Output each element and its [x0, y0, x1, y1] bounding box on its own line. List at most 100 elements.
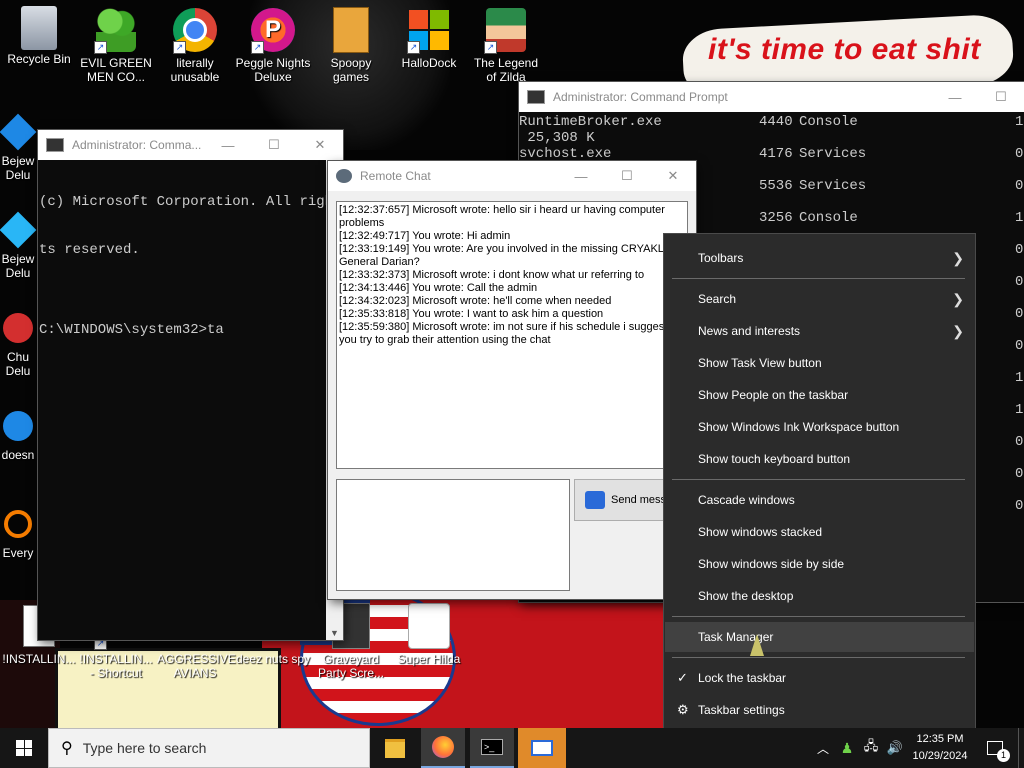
menu-item-ink-workspace[interactable]: Show Windows Ink Workspace button [665, 412, 974, 442]
menu-item-label: Taskbar settings [698, 703, 785, 717]
menu-separator [672, 278, 965, 279]
menu-item-label: Show the desktop [698, 589, 794, 603]
zilda-icon: ↗ [482, 6, 530, 54]
remote-chat-window[interactable]: Remote Chat — ☐ ✕ [12:32:37:657] Microso… [328, 161, 696, 599]
show-desktop-button[interactable] [1018, 728, 1024, 768]
cmd-left-output[interactable]: (c) Microsoft Corporation. All righ ts r… [38, 160, 343, 370]
desktop-icon-recycle-bin[interactable]: Recycle Bin [1, 6, 77, 66]
menu-item-people[interactable]: Show People on the taskbar [665, 380, 974, 410]
chat-bubble-icon [336, 169, 352, 183]
menu-item-taskbar-settings[interactable]: ⚙ Taskbar settings [665, 695, 974, 725]
menu-item-stacked[interactable]: Show windows stacked [665, 517, 974, 547]
desktop-icon-label: Super Hilda [397, 652, 461, 666]
network-icon[interactable]: 🖧 [860, 728, 882, 768]
maximize-button[interactable]: ☐ [251, 130, 297, 160]
desktop-icon-peggle-nights[interactable]: P ↗ Peggle Nights Deluxe [235, 6, 311, 84]
cmd-left-title: Administrator: Comma... [72, 138, 202, 152]
taskbar-firefox[interactable] [421, 728, 465, 768]
search-icon: ⚲ [61, 740, 73, 757]
taskbar-search-box[interactable]: ⚲ Type here to search [48, 728, 370, 768]
desktop-icon-legend-of-zilda[interactable]: ↗ The Legend of Zilda [468, 6, 544, 84]
chat-message-input[interactable] [336, 479, 570, 591]
desktop-icon-label: deez nuts spy [235, 652, 311, 666]
clock-date: 10/29/2024 [912, 750, 968, 762]
menu-item-show-desktop[interactable]: Show the desktop [665, 581, 974, 611]
menu-item-lock-taskbar[interactable]: ✓ Lock the taskbar [665, 663, 974, 693]
menu-item-label: Show Task View button [698, 356, 822, 370]
taskbar[interactable]: ⚲ Type here to search >_ ︿ ♟ 🖧 🔊 12:35 P… [0, 728, 1024, 768]
desktop-icon-bejeweled-1[interactable]: Bejew Delu [0, 112, 38, 182]
menu-item-task-manager[interactable]: Task Manager [665, 622, 974, 652]
minimize-button[interactable]: — [932, 82, 978, 112]
process-name: RuntimeBroker.exe [519, 114, 662, 130]
desktop-icon-spoopy-games[interactable]: Spoopy games [313, 6, 389, 84]
desktop-icon-label: Recycle Bin [7, 52, 71, 66]
desktop-icon-label: EVIL GREEN MEN CO... [80, 56, 152, 84]
taskbar-remote-chat[interactable] [518, 728, 566, 768]
windows-start-icon [16, 740, 32, 756]
desktop-icon-label: The Legend of Zilda [473, 56, 539, 84]
desktop-icon-hallodock[interactable]: ↗ HalloDock [391, 6, 467, 70]
menu-item-touch-keyboard[interactable]: Show touch keyboard button [665, 444, 974, 474]
desktop[interactable]: it's time to eat shit Recycle Bin ↗ EVIL… [0, 0, 1024, 728]
close-button[interactable]: ✕ [650, 161, 696, 191]
chat-history[interactable]: [12:32:37:657] Microsoft wrote: hello si… [336, 201, 688, 469]
minimize-button[interactable]: — [558, 161, 604, 191]
volume-icon[interactable]: 🔊 [884, 728, 906, 768]
start-button[interactable] [0, 728, 48, 768]
cmd-right-titlebar[interactable]: Administrator: Command Prompt — ☐ [519, 82, 1024, 112]
desktop-icon-doesn[interactable]: doesn [0, 406, 38, 462]
menu-item-cascade[interactable]: Cascade windows [665, 485, 974, 515]
maximize-button[interactable]: ☐ [978, 82, 1024, 112]
desktop-icon-chuzzle[interactable]: Chu Delu [0, 308, 38, 378]
menu-item-label: Show Windows Ink Workspace button [698, 420, 900, 434]
session-num: 0 [1015, 242, 1024, 258]
scroll-down-icon[interactable]: ▼ [330, 628, 339, 638]
cmd-window-left[interactable]: Administrator: Comma... — ☐ ✕ (c) Micros… [38, 130, 343, 640]
chevron-right-icon: ❯ [952, 323, 964, 339]
menu-separator [672, 479, 965, 480]
remote-chat-titlebar[interactable]: Remote Chat — ☐ ✕ [328, 161, 696, 191]
menu-item-search[interactable]: Search ❯ [665, 284, 974, 314]
taskbar-command-prompt[interactable]: >_ [470, 728, 514, 768]
taskbar-clock[interactable]: 12:35 PM 10/29/2024 [908, 731, 972, 765]
taskbar-context-menu: Toolbars ❯ Search ❯ News and interests ❯ Sh… [663, 233, 976, 728]
desktop-icon-super-hilda[interactable]: Super Hilda [391, 602, 467, 666]
desktop-icon-bejeweled-2[interactable]: Bejew Delu [0, 210, 38, 280]
desktop-icon-every[interactable]: Every [0, 504, 38, 560]
chat-message: [12:33:32:373] Microsoft wrote: i dont k… [339, 269, 645, 281]
wallpaper-banner-text: it's time to eat shit [708, 33, 981, 66]
maximize-button[interactable]: ☐ [604, 161, 650, 191]
process-session: Services [799, 146, 867, 162]
hilda-icon [405, 602, 453, 650]
orange-app-icon [0, 504, 36, 544]
cmd-left-titlebar[interactable]: Administrator: Comma... — ☐ ✕ [38, 130, 343, 160]
session-num: 0 [1015, 498, 1024, 514]
chat-message: [12:34:13:446] You wrote: Call the admin [339, 282, 538, 294]
taskbar-file-explorer[interactable] [375, 728, 415, 768]
notification-center-button[interactable]: 1 [980, 728, 1010, 768]
process-pid: 4176 [759, 146, 793, 162]
send-arrow-icon [585, 491, 605, 509]
menu-item-task-view[interactable]: Show Task View button [665, 348, 974, 378]
chevron-up-icon[interactable]: ︿ [812, 728, 834, 768]
process-pid: 4440 [759, 114, 793, 130]
notification-icon: 1 [987, 741, 1010, 762]
green-men-tray-icon[interactable]: ♟ [836, 728, 858, 768]
close-button[interactable]: ✕ [297, 130, 343, 160]
menu-item-side-by-side[interactable]: Show windows side by side [665, 549, 974, 579]
gem-icon [0, 210, 37, 250]
desktop-icon-literally-unusable[interactable]: ↗ literally unusable [157, 6, 233, 84]
search-placeholder: Type here to search [82, 740, 207, 756]
desktop-icon-label: Every [2, 546, 34, 560]
notification-badge: 1 [997, 749, 1010, 762]
desktop-icon-label: literally unusable [170, 56, 220, 84]
peggle-icon: P ↗ [249, 6, 297, 54]
menu-item-toolbars[interactable]: Toolbars ❯ [665, 243, 974, 273]
minimize-button[interactable]: — [205, 130, 251, 160]
desktop-icon-evil-green-men[interactable]: ↗ EVIL GREEN MEN CO... [78, 6, 154, 84]
process-name: svchost.exe [519, 146, 612, 162]
chat-message: [12:35:59:380] Microsoft wrote: im not s… [339, 321, 665, 346]
desktop-icon-label: !INSTALLIN... [2, 652, 76, 666]
menu-item-news-interests[interactable]: News and interests ❯ [665, 316, 974, 346]
